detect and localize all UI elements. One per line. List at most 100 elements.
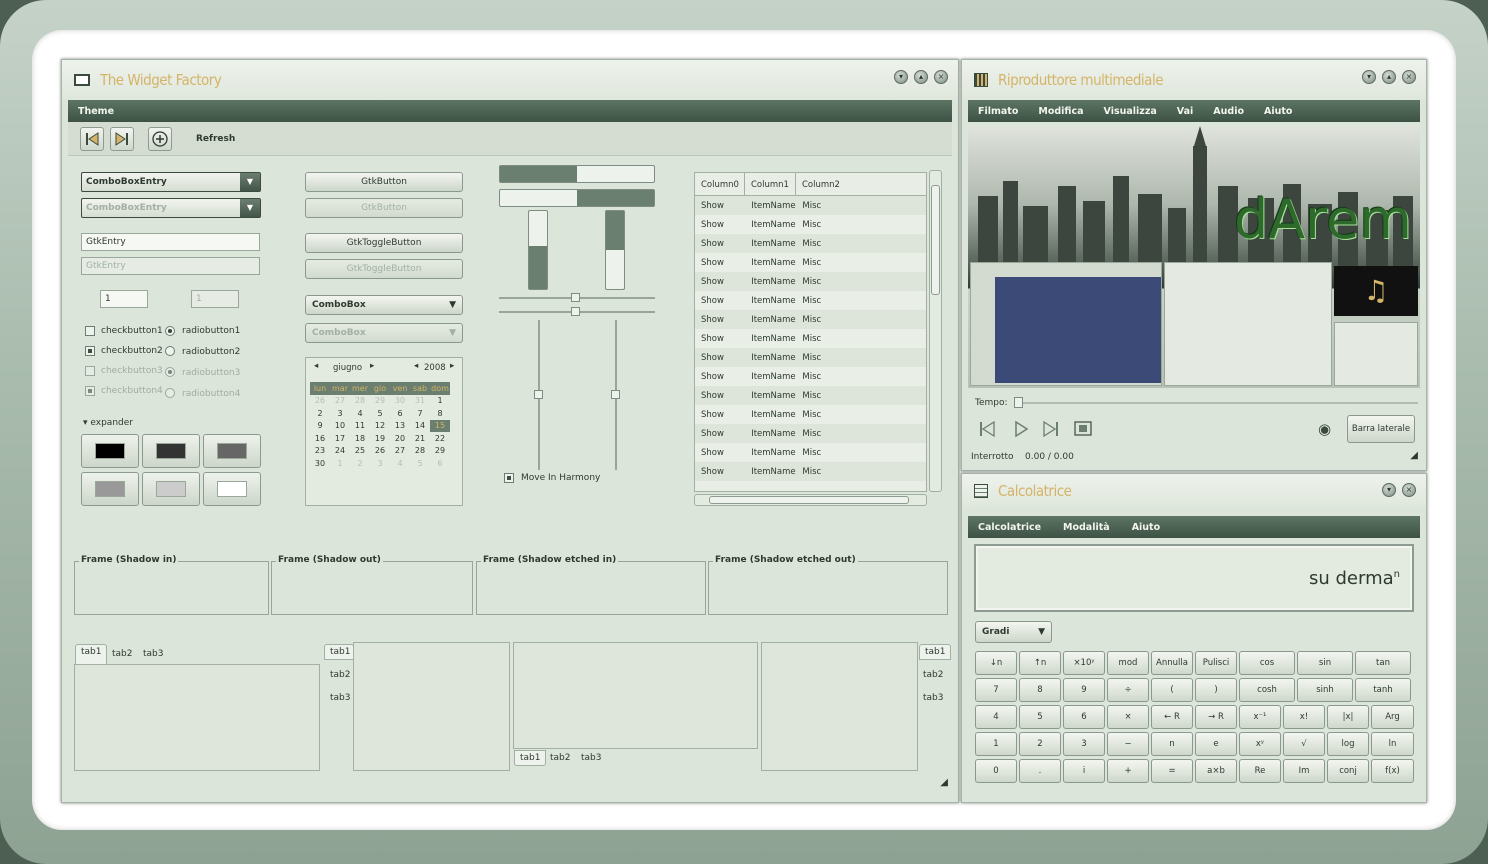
skip-back-icon[interactable] [978,420,996,438]
tab-right-1[interactable]: tab1 [919,644,952,660]
calc-key[interactable]: tanh [1355,678,1411,702]
calendar-day[interactable]: 2 [310,407,330,420]
calendar-day[interactable]: 20 [390,432,410,445]
calculator-display[interactable]: su derman [974,544,1414,612]
calc-key[interactable]: × [1107,705,1149,729]
sidebar-button[interactable]: Barra laterale [1347,415,1415,443]
calc-key[interactable]: + [1107,759,1149,783]
calc-key[interactable]: 7 [975,678,1017,702]
table-row[interactable]: Show ItemName Misc [695,424,926,443]
calc-key[interactable]: n [1151,732,1193,756]
calc-key[interactable]: 0 [975,759,1017,783]
resize-grip-icon[interactable]: ◢ [1410,450,1418,461]
calc-key[interactable]: Annulla [1151,651,1193,675]
table-row[interactable]: Show ItemName Misc [695,196,926,215]
calendar-day[interactable]: 11 [350,420,370,433]
close-icon[interactable]: × [1402,483,1416,497]
tab-bottom-1[interactable]: tab1 [514,750,547,766]
calc-key[interactable]: ( [1151,678,1193,702]
calc-key[interactable]: ×10ʸ [1063,651,1105,675]
next-month-icon[interactable]: ▸ [370,361,374,371]
swatch-button[interactable] [203,472,261,506]
calc-key[interactable]: ↑n [1019,651,1061,675]
combo-box[interactable]: ComboBox ▼ [305,295,463,315]
calendar-day[interactable]: 4 [350,407,370,420]
calendar-day[interactable]: 17 [330,432,350,445]
minimize-icon[interactable]: ▾ [1382,483,1396,497]
calendar-day[interactable]: 29 [370,395,390,408]
calc-key[interactable]: Pulisci [1195,651,1237,675]
calendar-day[interactable]: 30 [310,457,330,470]
table-row[interactable]: Show ItemName Misc [695,367,926,386]
calc-key[interactable]: i [1063,759,1105,783]
calendar-day[interactable]: 21 [410,432,430,445]
vscale-1[interactable] [534,320,543,470]
column-header-1[interactable]: Column1 [745,173,796,195]
calc-key[interactable]: x! [1283,705,1325,729]
radiobutton2[interactable] [165,346,175,356]
calc-key[interactable]: mod [1107,651,1149,675]
column-header-2[interactable]: Column2 [796,173,840,195]
checkbutton1[interactable] [85,326,95,336]
calendar-day[interactable]: 3 [370,457,390,470]
refresh-button[interactable]: Refresh [196,134,235,144]
play-icon[interactable] [1012,420,1030,438]
calendar-day[interactable]: 15 [430,419,450,432]
calendar-day[interactable]: 13 [390,420,410,433]
calendar-day[interactable]: 5 [410,457,430,470]
calc-key[interactable]: ↓n [975,651,1017,675]
menu-modalita[interactable]: Modalità [1063,522,1110,533]
minimize-icon[interactable]: ▾ [1362,70,1376,84]
calc-key[interactable]: − [1107,732,1149,756]
resize-grip-icon[interactable]: ◢ [940,777,948,788]
text-entry[interactable]: GtkEntry [81,233,260,251]
tree-view[interactable]: Column0 Column1 Column2 Show ItemName Misc… [694,172,927,492]
spin-button[interactable]: 1 [100,290,148,308]
table-row[interactable]: Show ItemName Misc [695,386,926,405]
prev-month-icon[interactable]: ◂ [314,361,318,371]
menu-vai[interactable]: Vai [1177,106,1194,117]
calc-key[interactable]: 1 [975,732,1017,756]
calendar-day[interactable]: 7 [410,407,430,420]
fullscreen-icon[interactable] [1074,421,1092,437]
menu-theme[interactable]: Theme [78,106,114,117]
calc-key[interactable]: 4 [975,705,1017,729]
calendar-day[interactable]: 23 [310,445,330,458]
calc-key[interactable]: Arg [1371,705,1414,729]
menu-audio[interactable]: Audio [1213,106,1244,117]
calc-key[interactable]: ← R [1151,705,1193,729]
gtk-button[interactable]: GtkButton [305,172,463,192]
table-row[interactable]: Show ItemName Misc [695,253,926,272]
calendar-day[interactable]: 22 [430,432,450,445]
expander[interactable]: ▾ expander [83,418,133,428]
calendar-day[interactable]: 10 [330,420,350,433]
calendar[interactable]: ◂ giugno ▸ ◂ 2008 ▸ lun mar mer gio ven sab do… [305,357,463,506]
calendar-day[interactable]: 14 [410,420,430,433]
calc-key[interactable]: f(x) [1371,759,1414,783]
swatch-button[interactable] [81,434,139,468]
tab-right-2[interactable]: tab2 [918,668,948,682]
swatch-button[interactable] [142,472,200,506]
calc-key[interactable]: Im [1283,759,1325,783]
calc-key[interactable]: a×b [1195,759,1237,783]
table-row[interactable]: Show ItemName Misc [695,443,926,462]
calc-key[interactable]: xʸ [1239,732,1281,756]
calc-key[interactable]: √ [1283,732,1325,756]
calc-key[interactable]: sinh [1297,678,1353,702]
toggle-button[interactable]: GtkToggleButton [305,233,463,253]
last-icon[interactable] [110,126,134,151]
next-year-icon[interactable]: ▸ [450,361,454,371]
table-row[interactable]: Show ItemName Misc [695,310,926,329]
calc-key[interactable]: cosh [1239,678,1295,702]
add-icon[interactable] [148,126,172,151]
tab-left-2[interactable]: tab2 [325,668,355,682]
hscale-1[interactable] [499,293,655,302]
calc-key[interactable]: ÷ [1107,678,1149,702]
combo-entry[interactable]: ComboBoxEntry ▼ [81,172,261,192]
tab-bottom-2[interactable]: tab2 [545,751,575,765]
menu-aiuto[interactable]: Aiuto [1132,522,1160,533]
swatch-button[interactable] [142,434,200,468]
calc-key[interactable]: 6 [1063,705,1105,729]
maximize-icon[interactable]: ▴ [1382,70,1396,84]
calendar-day[interactable]: 6 [390,407,410,420]
